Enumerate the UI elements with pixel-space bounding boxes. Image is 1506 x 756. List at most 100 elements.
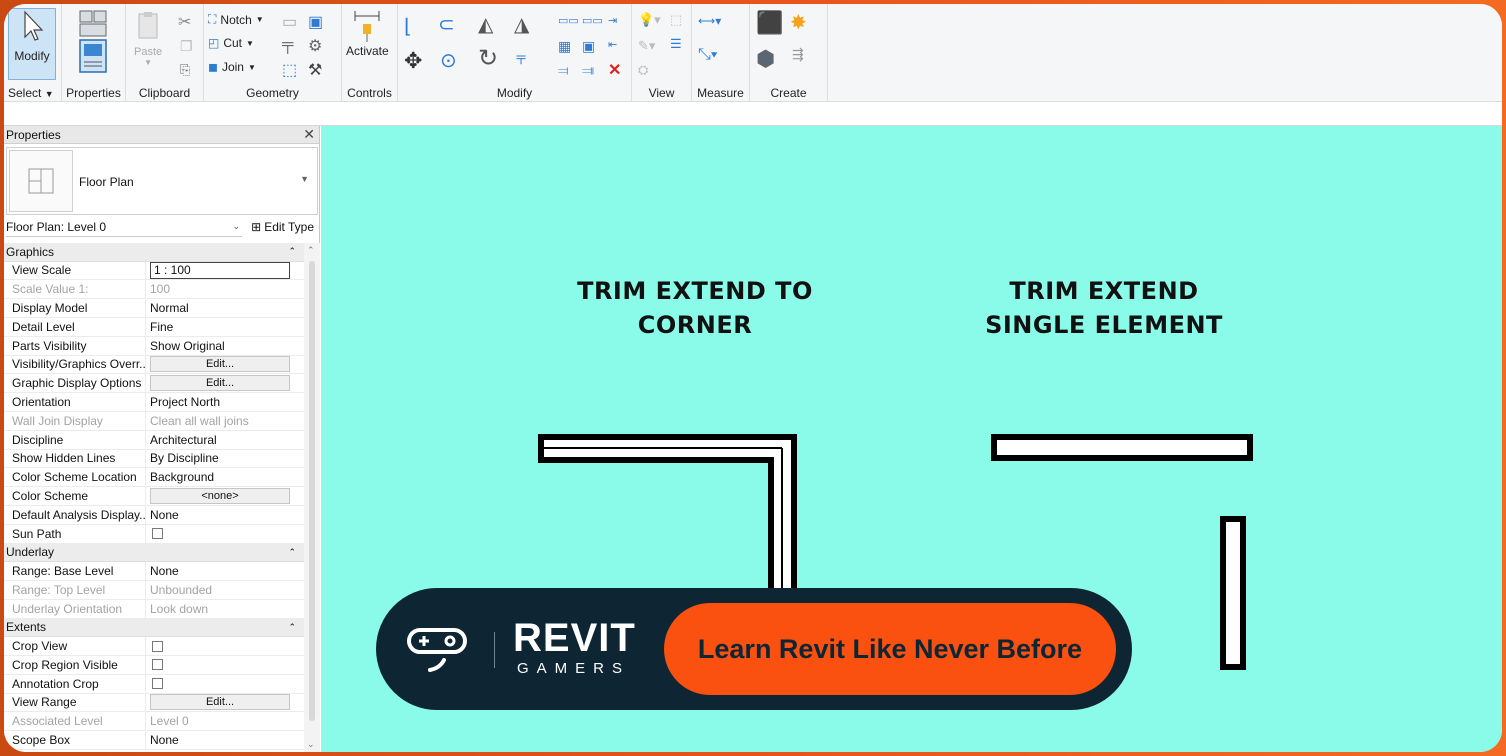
property-value[interactable]: None	[146, 506, 304, 524]
cta-button[interactable]: Learn Revit Like Never Before	[664, 603, 1116, 695]
modify-button[interactable]: Modify	[8, 8, 56, 80]
property-value[interactable]: None	[146, 562, 304, 580]
hide-element-icon[interactable]: 💡▾	[638, 12, 661, 28]
property-value[interactable]: Show Original	[146, 337, 304, 355]
edit-button[interactable]: <none>	[150, 488, 290, 505]
unpin-icon[interactable]: ⇥	[608, 14, 617, 27]
view-scale-input[interactable]: 1 : 100	[150, 261, 290, 279]
trim-extend-corner-icon[interactable]: ⫧	[516, 48, 526, 69]
create-assembly-icon[interactable]: ⬛	[756, 10, 783, 36]
property-name: Show Hidden Lines	[4, 449, 146, 468]
chevron-down-icon: ▼	[144, 58, 153, 67]
property-value[interactable]: None	[146, 731, 304, 749]
scale-icon[interactable]: ▣	[582, 38, 595, 55]
isolate-icon[interactable]: ⬚	[670, 12, 682, 28]
chevron-down-icon: ⌄	[232, 221, 240, 231]
move-icon[interactable]: ✥	[404, 48, 422, 74]
wall-vertical-right[interactable]	[1220, 516, 1246, 670]
wall-horizontal-right[interactable]	[991, 434, 1253, 461]
collapse-icon[interactable]: ⌃	[288, 246, 296, 257]
cut-button[interactable]: ◰ Cut ▼	[208, 36, 254, 50]
edit-type-button[interactable]: ⊞ Edit Type	[251, 220, 318, 234]
scroll-up-icon[interactable]: ⌃	[307, 245, 315, 256]
notch-button[interactable]: ⛶ Notch ▼	[208, 12, 264, 27]
group-header-extents[interactable]: Extents ⌃	[4, 618, 304, 638]
delete-icon[interactable]: ✕	[608, 60, 621, 80]
group-header-underlay[interactable]: Underlay ⌃	[4, 543, 304, 563]
measure-between-icon[interactable]: ⟷▾	[698, 14, 721, 28]
gamepad-logo-icon	[407, 628, 467, 672]
property-row: Range: Top Level Unbounded	[4, 580, 304, 600]
pin-icon[interactable]: ⇤	[608, 38, 617, 51]
split-gap-icon[interactable]: ▭▭	[582, 14, 603, 27]
split-face-icon[interactable]: ▣	[308, 12, 323, 32]
align-icon[interactable]: ⌊	[404, 14, 412, 39]
property-value[interactable]: Normal	[146, 299, 304, 317]
aligned-dimension-icon[interactable]: ⤡▾	[698, 46, 718, 64]
wall-corner-left[interactable]	[538, 434, 797, 609]
paint-icon[interactable]: ⚙	[308, 36, 322, 56]
property-checkbox[interactable]	[152, 528, 163, 540]
property-name: Crop Region Visible	[4, 655, 146, 674]
activate-button[interactable]: Activate	[346, 8, 389, 58]
trim-multiple-icon[interactable]: ⫥	[582, 62, 594, 79]
collapse-icon[interactable]: ⌃	[288, 622, 296, 633]
wall-joins-icon[interactable]: ▭	[282, 12, 297, 32]
instance-selector[interactable]: Floor Plan: Level 0 ⌄	[6, 217, 242, 237]
beam-join-icon[interactable]: ╤	[282, 36, 293, 54]
split-element-icon[interactable]: ▭▭	[558, 14, 579, 27]
property-value[interactable]: Fine	[146, 318, 304, 336]
property-checkbox[interactable]	[152, 678, 163, 690]
offset-icon[interactable]: ⊂	[438, 12, 455, 37]
edit-button[interactable]: Edit...	[150, 694, 290, 711]
match-type-icon[interactable]: ⎘	[180, 62, 190, 78]
array-icon[interactable]: ▦	[558, 38, 571, 55]
property-name: Crop View	[4, 637, 146, 655]
linework-icon[interactable]: ⛭	[638, 62, 648, 78]
paste-button[interactable]: Paste ▼	[134, 10, 162, 67]
properties-scrollbar[interactable]: ⌃ ⌄	[304, 243, 320, 752]
create-group-icon[interactable]: ⬢	[756, 46, 775, 72]
activate-pin-icon	[354, 11, 380, 42]
trim-single-icon[interactable]: ⫤	[558, 62, 569, 79]
select-dropdown[interactable]: Select ▼	[4, 86, 61, 100]
property-value[interactable]: Architectural	[146, 431, 304, 449]
controls-panel: Activate Controls	[342, 4, 398, 102]
mirror-draw-icon[interactable]: ◮	[514, 12, 529, 37]
property-value: Level 0	[150, 714, 189, 729]
properties-button[interactable]	[76, 8, 110, 74]
property-checkbox[interactable]	[152, 659, 163, 671]
chevron-down-icon: ▼	[255, 15, 264, 24]
filter-icon[interactable]: ☰	[670, 36, 682, 52]
property-value[interactable]: Background	[146, 468, 304, 486]
hammer-icon[interactable]: ⚒	[308, 60, 322, 80]
property-checkbox[interactable]	[152, 640, 163, 652]
property-row: Graphic Display Options Edit...	[4, 374, 304, 394]
property-name: Range: Base Level	[4, 562, 146, 580]
copy-icon[interactable]: ❐	[180, 38, 193, 55]
chevron-down-icon: ▼	[44, 89, 54, 99]
property-name: Parts Visibility	[4, 336, 146, 355]
copy-element-icon[interactable]: ⊙	[440, 48, 457, 73]
demolish-icon[interactable]: ⬚	[282, 60, 297, 80]
cut-clipboard-icon[interactable]: ✂	[178, 12, 191, 32]
override-graphics-icon[interactable]: ✎▾	[638, 38, 655, 54]
app-frame: Modify Select ▼ Properties Paste ▼ ✂ ❐ ⎘…	[4, 4, 1502, 752]
property-value[interactable]: By Discipline	[146, 450, 304, 468]
group-header-graphics[interactable]: Graphics ⌃	[4, 243, 304, 262]
edit-button[interactable]: Edit...	[150, 375, 290, 392]
brand-subtitle: GAMERS	[517, 660, 631, 677]
close-icon[interactable]: ✕	[303, 126, 315, 143]
collapse-icon[interactable]: ⌃	[288, 547, 296, 558]
edit-button[interactable]: Edit...	[150, 356, 290, 373]
rotate-icon[interactable]: ↻	[478, 44, 498, 73]
mirror-axis-icon[interactable]: ◭	[478, 12, 493, 37]
join-button[interactable]: ◼ Join ▼	[208, 60, 256, 74]
property-value[interactable]: Project North	[146, 393, 304, 411]
type-selector[interactable]: Floor Plan ▼	[6, 147, 318, 215]
property-row: View Scale 1 : 100	[4, 261, 304, 281]
create-similar-icon[interactable]: ⇶	[792, 46, 804, 63]
scroll-down-icon[interactable]: ⌄	[307, 739, 315, 750]
create-parts-icon[interactable]: ✸	[790, 10, 807, 35]
scroll-thumb[interactable]	[309, 261, 315, 721]
